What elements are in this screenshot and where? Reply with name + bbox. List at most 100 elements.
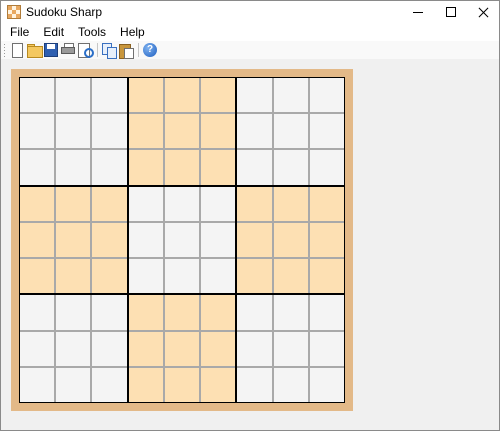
sudoku-cell[interactable] [201, 295, 236, 330]
sudoku-cell[interactable] [20, 331, 55, 366]
sudoku-cell[interactable] [237, 78, 272, 113]
sudoku-cell[interactable] [164, 150, 200, 185]
sudoku-cell[interactable] [128, 114, 163, 149]
sudoku-cell[interactable] [309, 367, 344, 402]
sudoku-cell[interactable] [201, 367, 236, 402]
sudoku-cell[interactable] [237, 114, 272, 149]
sudoku-cell[interactable] [20, 222, 55, 258]
sudoku-cell[interactable] [273, 186, 308, 221]
sudoku-cell[interactable] [201, 259, 236, 294]
sudoku-cell[interactable] [237, 259, 272, 294]
sudoku-cell[interactable] [92, 222, 127, 258]
sudoku-cell[interactable] [273, 114, 308, 149]
sudoku-cell[interactable] [20, 259, 55, 294]
paste-button[interactable] [118, 42, 134, 59]
sudoku-cell[interactable] [201, 331, 236, 366]
sudoku-cell[interactable] [20, 78, 55, 113]
sudoku-cell[interactable] [273, 78, 308, 113]
sudoku-cell[interactable] [56, 367, 91, 402]
sudoku-cell[interactable] [309, 78, 344, 113]
sudoku-cell[interactable] [237, 367, 272, 402]
sudoku-cell[interactable] [92, 295, 127, 330]
sudoku-cell[interactable] [92, 114, 127, 149]
sudoku-cell[interactable] [128, 331, 163, 366]
sudoku-cell[interactable] [128, 186, 163, 221]
toolbar-grip[interactable] [3, 43, 6, 57]
sudoku-cell[interactable] [56, 295, 91, 330]
sudoku-cell[interactable] [309, 259, 344, 294]
open-button[interactable] [26, 42, 43, 58]
sudoku-cell[interactable] [56, 259, 91, 294]
sudoku-cell[interactable] [56, 222, 91, 258]
sudoku-cell[interactable] [164, 259, 200, 294]
title-bar[interactable]: Sudoku Sharp [1, 1, 499, 23]
sudoku-cell[interactable] [128, 367, 163, 402]
sudoku-cell[interactable] [56, 186, 91, 221]
sudoku-cell[interactable] [309, 331, 344, 366]
sudoku-cell[interactable] [237, 150, 272, 185]
new-button[interactable] [9, 42, 25, 58]
sudoku-cell[interactable] [20, 150, 55, 185]
sudoku-cell[interactable] [273, 367, 308, 402]
close-button[interactable] [466, 1, 500, 23]
help-button[interactable]: ? [142, 42, 158, 58]
sudoku-cell[interactable] [273, 259, 308, 294]
sudoku-cell[interactable] [128, 259, 163, 294]
sudoku-cell[interactable] [128, 150, 163, 185]
sudoku-cell[interactable] [309, 114, 344, 149]
sudoku-cell[interactable] [128, 295, 163, 330]
print-button[interactable] [60, 42, 76, 58]
sudoku-cell[interactable] [56, 114, 91, 149]
sudoku-cell[interactable] [20, 295, 55, 330]
sudoku-cell[interactable] [201, 114, 236, 149]
sudoku-cell[interactable] [20, 186, 55, 221]
sudoku-cell[interactable] [164, 367, 200, 402]
sudoku-cell[interactable] [20, 114, 55, 149]
sudoku-cell[interactable] [237, 331, 272, 366]
sudoku-cell[interactable] [92, 367, 127, 402]
sudoku-cell[interactable] [128, 222, 163, 258]
sudoku-cell[interactable] [164, 222, 200, 258]
sudoku-cell[interactable] [164, 114, 200, 149]
save-button[interactable] [43, 42, 59, 58]
sudoku-cell[interactable] [237, 295, 272, 330]
sudoku-box [20, 186, 127, 294]
print-preview-button[interactable] [77, 42, 94, 58]
sudoku-cell[interactable] [237, 186, 272, 221]
sudoku-cell[interactable] [56, 78, 91, 113]
sudoku-cell[interactable] [273, 331, 308, 366]
sudoku-cell[interactable] [92, 259, 127, 294]
sudoku-cell[interactable] [164, 295, 200, 330]
copy-button[interactable] [101, 42, 117, 59]
sudoku-cell[interactable] [201, 78, 236, 113]
sudoku-cell[interactable] [92, 78, 127, 113]
maximize-button[interactable] [434, 1, 468, 23]
sudoku-cell[interactable] [273, 150, 308, 185]
sudoku-cell[interactable] [56, 331, 91, 366]
sudoku-cell[interactable] [309, 186, 344, 221]
sudoku-cell[interactable] [309, 150, 344, 185]
menu-file[interactable]: File [1, 23, 36, 41]
sudoku-cell[interactable] [92, 150, 127, 185]
sudoku-cell[interactable] [128, 78, 163, 113]
sudoku-cell[interactable] [92, 331, 127, 366]
menu-help[interactable]: Help [113, 23, 152, 41]
minimize-button[interactable] [401, 1, 435, 23]
sudoku-cell[interactable] [201, 186, 236, 221]
sudoku-cell[interactable] [164, 186, 200, 221]
sudoku-cell[interactable] [237, 222, 272, 258]
sudoku-cell[interactable] [201, 150, 236, 185]
sudoku-cell[interactable] [20, 367, 55, 402]
sudoku-cell[interactable] [273, 295, 308, 330]
sudoku-cell[interactable] [56, 150, 91, 185]
sudoku-cell[interactable] [309, 295, 344, 330]
sudoku-cell[interactable] [273, 222, 308, 258]
sudoku-cell[interactable] [164, 78, 200, 113]
sudoku-cell[interactable] [164, 331, 200, 366]
menu-tools[interactable]: Tools [71, 23, 113, 41]
toolbar-separator [97, 43, 98, 57]
sudoku-cell[interactable] [309, 222, 344, 258]
menu-edit[interactable]: Edit [36, 23, 71, 41]
sudoku-cell[interactable] [201, 222, 236, 258]
sudoku-cell[interactable] [92, 186, 127, 221]
